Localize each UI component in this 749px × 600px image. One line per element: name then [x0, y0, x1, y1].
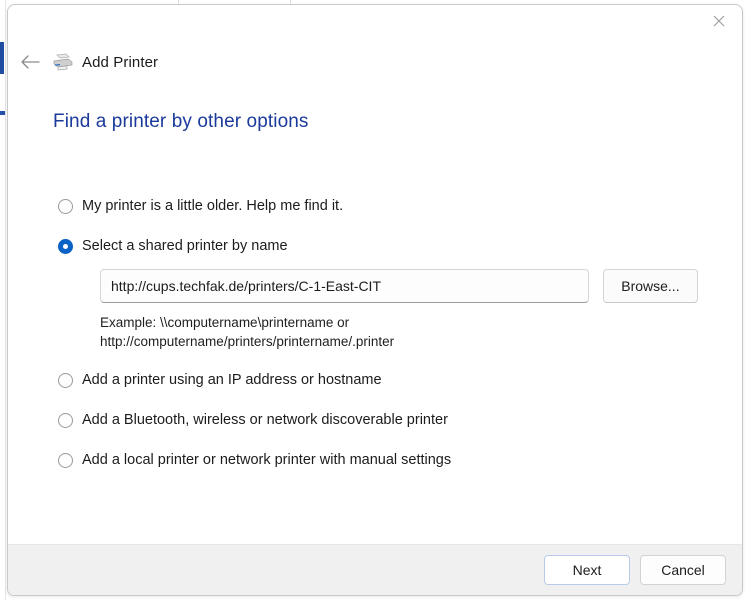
close-icon — [713, 15, 725, 27]
printer-options-group: My printer is a little older. Help me fi… — [58, 197, 698, 469]
option-shared-by-name[interactable]: Select a shared printer by name — [58, 237, 698, 255]
back-button[interactable] — [8, 45, 52, 79]
page-title: Find a printer by other options — [53, 111, 309, 132]
option-label: Select a shared printer by name — [82, 238, 288, 254]
option-bluetooth[interactable]: Add a Bluetooth, wireless or network dis… — [58, 411, 698, 429]
option-label: Add a local printer or network printer w… — [82, 452, 452, 468]
background-window-edge — [5, 0, 6, 600]
dialog-titlebar: Add Printer — [8, 5, 742, 87]
close-button[interactable] — [696, 5, 742, 37]
browse-button[interactable]: Browse... — [602, 269, 698, 303]
radio-older-printer[interactable] — [58, 199, 73, 214]
shared-printer-name-row: Browse... — [100, 269, 698, 303]
radio-bluetooth[interactable] — [58, 413, 73, 428]
cancel-button[interactable]: Cancel — [640, 555, 726, 585]
example-hint: Example: \\computername\printername or h… — [100, 313, 698, 351]
shared-printer-name-input[interactable] — [100, 269, 589, 303]
option-local-manual[interactable]: Add a local printer or network printer w… — [58, 451, 698, 469]
printer-icon — [52, 51, 74, 73]
app-title: Add Printer — [82, 53, 159, 71]
option-older-printer[interactable]: My printer is a little older. Help me fi… — [58, 197, 698, 215]
background-selection-marker — [0, 111, 5, 115]
option-label: Add a printer using an IP address or hos… — [82, 372, 382, 388]
back-arrow-icon — [21, 55, 40, 69]
printer-icon-glyph — [53, 53, 73, 71]
option-ip-or-hostname[interactable]: Add a printer using an IP address or hos… — [58, 371, 698, 389]
example-hint-line-2: http://computername/printers/printername… — [100, 334, 395, 349]
next-button[interactable]: Next — [544, 555, 630, 585]
radio-local-manual[interactable] — [58, 453, 73, 468]
radio-ip-or-hostname[interactable] — [58, 373, 73, 388]
dialog-footer: Next Cancel — [8, 544, 742, 595]
radio-shared-by-name[interactable] — [58, 239, 73, 254]
option-label: Add a Bluetooth, wireless or network dis… — [82, 412, 448, 428]
example-hint-line-1: Example: \\computername\printername or — [100, 315, 350, 330]
add-printer-dialog: Add Printer Find a printer by other opti… — [7, 4, 743, 596]
background-selection-highlight — [0, 42, 4, 74]
option-label: My printer is a little older. Help me fi… — [82, 198, 344, 214]
dialog-nav-row: Add Printer — [8, 45, 158, 79]
dialog-body: Find a printer by other options My print… — [8, 87, 742, 546]
